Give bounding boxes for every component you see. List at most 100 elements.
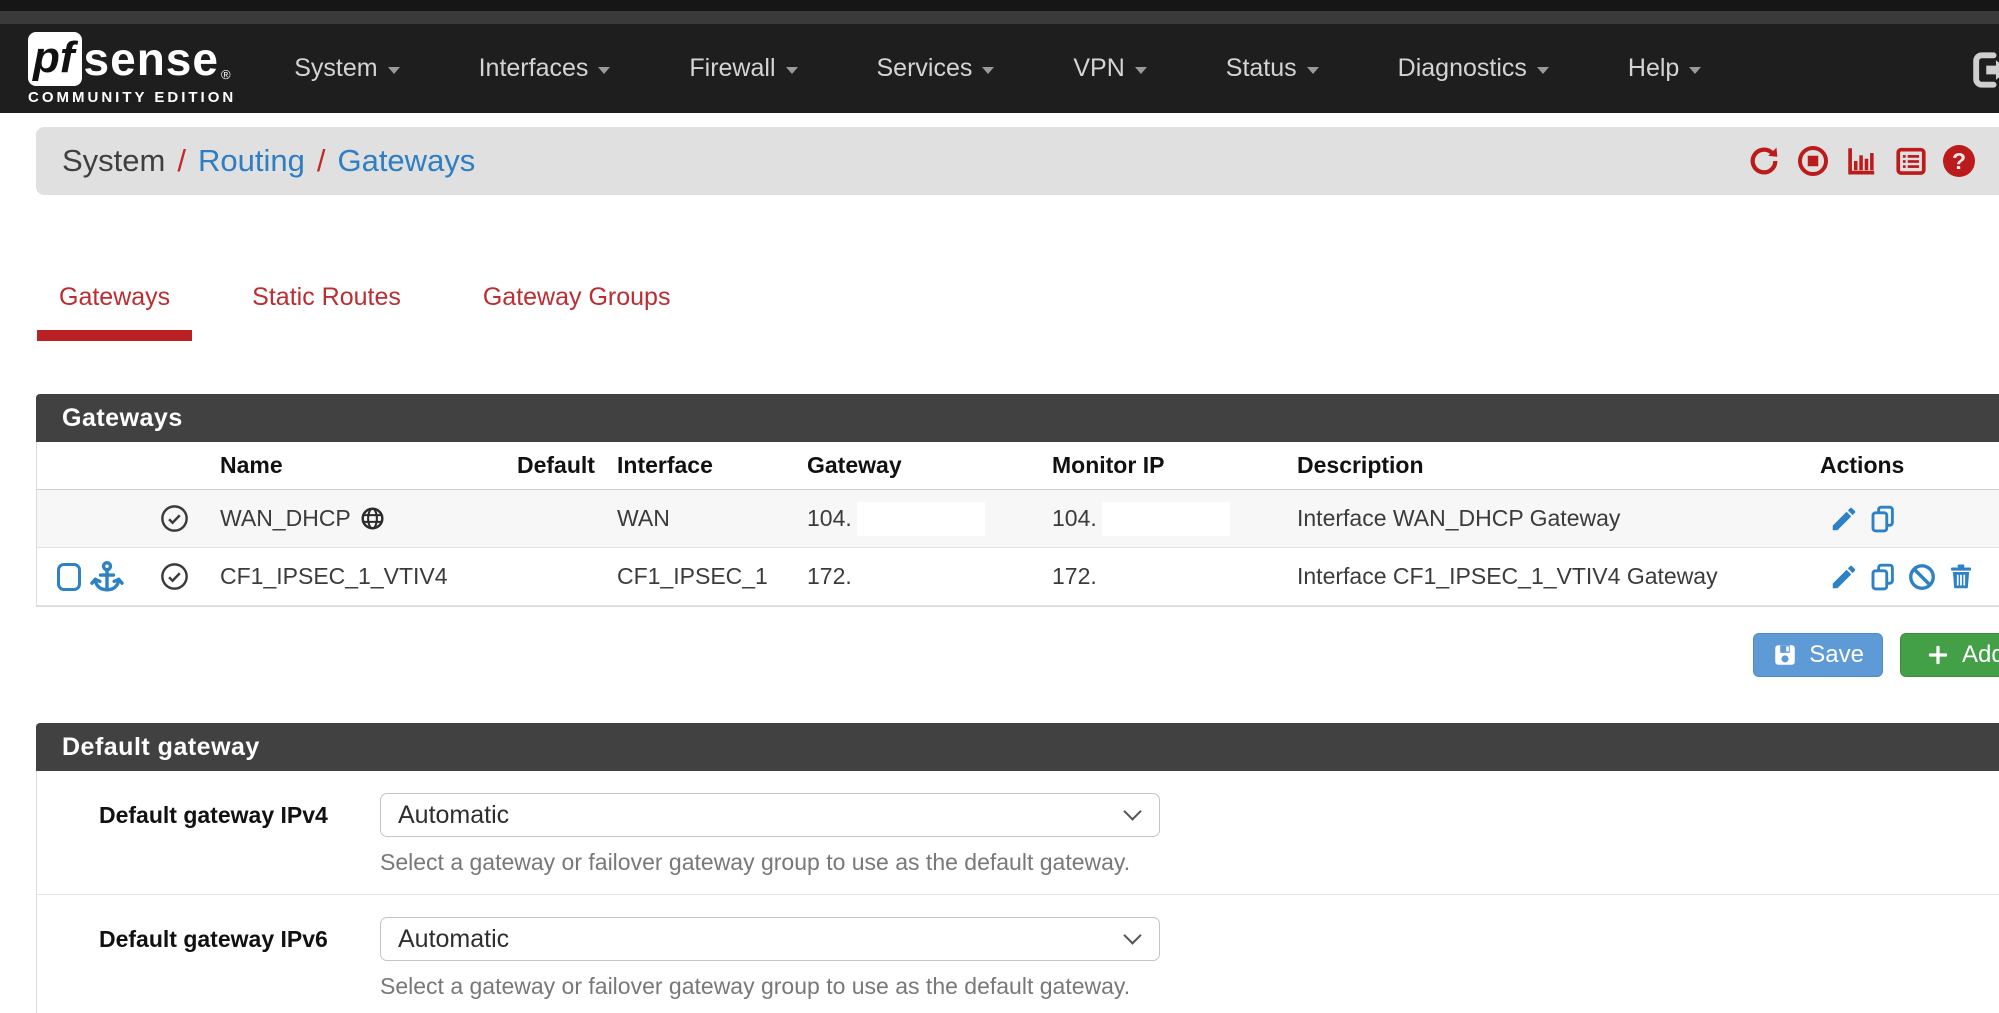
copy-icon[interactable] [1868,504,1898,534]
add-button[interactable]: Add [1900,633,1999,677]
default-gateway-ipv6-select[interactable]: Automatic [380,917,1160,961]
nav-item-vpn[interactable]: VPN [1073,54,1146,83]
row-status-cell [137,561,212,592]
default-gateway-panel: Default gateway Default gateway IPv4 Aut… [36,723,1999,1013]
nav-item-label: System [294,54,377,83]
globe-icon [359,505,386,532]
gateway-address-cell: 104. [797,502,1042,536]
breadcrumb-link-gateways[interactable]: Gateways [337,143,475,179]
selected-value: Automatic [398,925,509,954]
anchor-icon [89,559,125,595]
chevron-down-icon [388,67,400,74]
panel-title: Gateways [62,404,183,433]
nav-item-status[interactable]: Status [1226,54,1319,83]
gateway-interface-cell: CF1_IPSEC_1 [607,563,797,590]
column-header-default: Default [507,452,607,479]
chart-icon[interactable] [1845,144,1879,178]
chevron-down-icon [1123,802,1141,820]
gateways-panel: Gateways Name Default Interface Gateway … [36,394,1999,607]
selected-value: Automatic [398,801,509,830]
chevron-down-icon [1307,67,1319,74]
nav-item-system[interactable]: System [294,54,399,83]
row-actions-cell [1807,562,1999,592]
chevron-down-icon [1135,67,1147,74]
tab-bar: Gateways Static Routes Gateway Groups [36,283,1999,341]
tab-static-routes[interactable]: Static Routes [230,283,423,341]
tab-gateways[interactable]: Gateways [37,283,192,341]
chevron-down-icon [1123,926,1141,944]
nav-item-label: Services [877,54,973,83]
window-top-strip [0,0,1999,11]
column-header-gateway: Gateway [797,452,1042,479]
breadcrumb-separator: / [177,143,186,179]
checkbox-icon[interactable] [57,563,81,591]
nav-item-label: Interfaces [479,54,589,83]
nav-item-diagnostics[interactable]: Diagnostics [1398,54,1549,83]
pfsense-logo: pf sense ® COMMUNITY EDITION [28,32,236,106]
default-gateway-ipv6-label: Default gateway IPv6 [99,917,380,1000]
save-button[interactable]: Save [1753,633,1883,677]
table-header-row: Name Default Interface Gateway Monitor I… [37,442,1999,490]
edit-icon[interactable] [1829,562,1859,592]
gateway-name: CF1_IPSEC_1_VTIV4 [220,563,448,590]
nav-item-firewall[interactable]: Firewall [689,54,797,83]
redacted-value [857,502,985,536]
nav-item-label: Status [1226,54,1297,83]
help-icon[interactable]: ? [1943,145,1975,177]
check-circle-icon [159,561,190,592]
stop-icon[interactable] [1796,144,1830,178]
chevron-down-icon [1689,67,1701,74]
main-menu: System Interfaces Firewall Services VPN … [294,54,1701,83]
column-header-actions: Actions [1807,452,1999,479]
logo-sense-text: sense [84,32,219,86]
monitor-ip: 172. [1052,563,1097,590]
nav-item-interfaces[interactable]: Interfaces [479,54,611,83]
edit-icon[interactable] [1829,504,1859,534]
tab-gateway-groups[interactable]: Gateway Groups [461,283,693,341]
table-row: WAN_DHCP WAN 104. 104. Inte [37,490,1999,548]
column-header-interface: Interface [607,452,797,479]
default-gateway-form: Default gateway IPv4 Automatic Select a … [36,771,1999,1013]
gateway-interface-cell: WAN [607,505,797,532]
sign-out-icon[interactable] [1965,48,1999,97]
breadcrumb-separator: / [317,143,326,179]
form-control: Automatic Select a gateway or failover g… [380,917,1160,1000]
nav-item-services[interactable]: Services [877,54,995,83]
panel-title: Default gateway [62,733,260,762]
table-row: CF1_IPSEC_1_VTIV4 CF1_IPSEC_1 172. 172. … [37,548,1999,606]
field-help-text: Select a gateway or failover gateway gro… [380,849,1160,876]
breadcrumb-section: System [62,143,165,179]
gateway-name: WAN_DHCP [220,505,351,532]
navbar: pf sense ® COMMUNITY EDITION System Inte… [0,24,1999,113]
row-actions-cell [1807,504,1999,534]
gateway-description-cell: Interface CF1_IPSEC_1_VTIV4 Gateway [1287,563,1807,590]
logo-registered-mark: ® [221,67,231,82]
column-header-name: Name [212,452,507,479]
save-icon [1772,642,1798,668]
gateway-address: 104. [807,505,852,532]
row-selection-cell [37,559,137,595]
redacted-value [1102,502,1230,536]
log-icon[interactable] [1894,144,1928,178]
check-circle-icon [159,503,190,534]
default-gateway-ipv4-select[interactable]: Automatic [380,793,1160,837]
nav-item-help[interactable]: Help [1628,54,1701,83]
field-help-text: Select a gateway or failover gateway gro… [380,973,1160,1000]
breadcrumb-link-routing[interactable]: Routing [198,143,305,179]
chevron-down-icon [598,67,610,74]
column-header-monitor-ip: Monitor IP [1042,452,1287,479]
nav-item-label: Firewall [689,54,775,83]
refresh-icon[interactable] [1747,144,1781,178]
default-gateway-ipv4-label: Default gateway IPv4 [99,793,380,876]
add-button-label: Add [1962,641,1999,669]
monitor-ip: 104. [1052,505,1097,532]
copy-icon[interactable] [1868,562,1898,592]
form-row-ipv4: Default gateway IPv4 Automatic Select a … [37,771,1999,895]
ban-icon[interactable] [1907,562,1937,592]
breadcrumb-actions: ? [1747,144,1975,178]
gateway-name-cell: CF1_IPSEC_1_VTIV4 [212,563,507,590]
trash-icon[interactable] [1946,562,1976,592]
column-header-description: Description [1287,452,1807,479]
nav-item-label: VPN [1073,54,1124,83]
plus-icon [1925,642,1951,668]
